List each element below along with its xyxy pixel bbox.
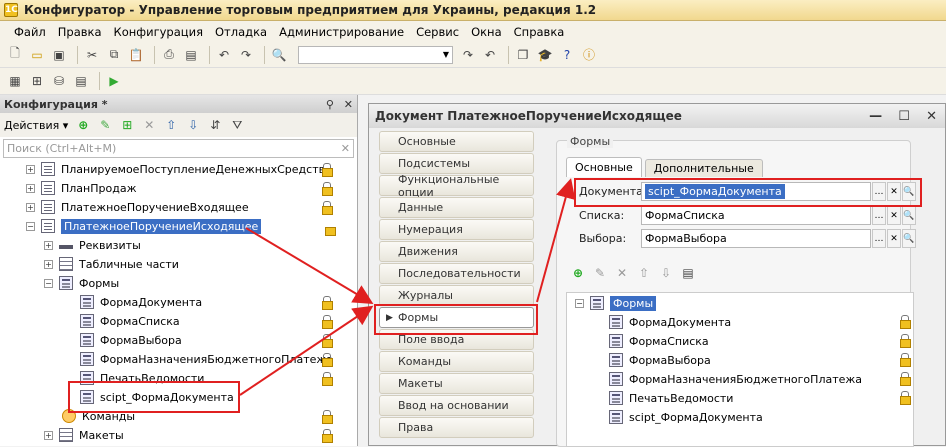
arrow-to-forms-section bbox=[239, 305, 374, 396]
annotation-arrows bbox=[239, 178, 576, 396]
arrow-to-document-field bbox=[536, 178, 576, 303]
arrow-to-forms-section bbox=[245, 227, 374, 305]
